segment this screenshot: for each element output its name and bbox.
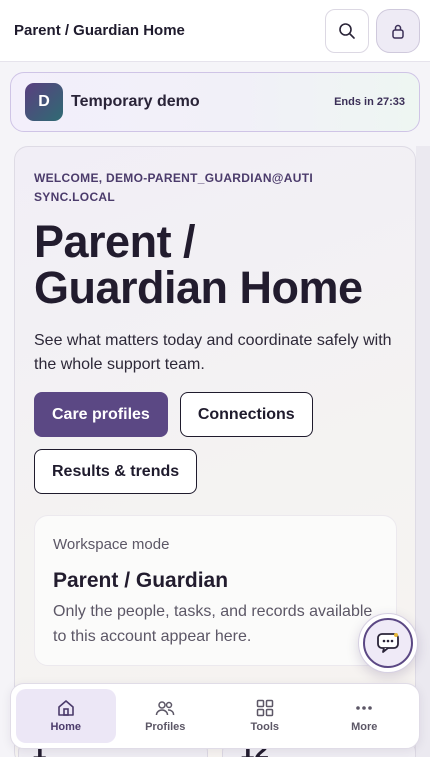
bottom-nav: Home Profiles Tools More — [10, 683, 420, 749]
nav-label-more: More — [351, 721, 378, 733]
chat-bubble-icon — [377, 633, 399, 653]
workspace-title: Parent / Guardian — [53, 569, 229, 592]
grid-icon — [256, 699, 273, 717]
action-buttons: Care profiles Connections Results & tren… — [34, 392, 396, 494]
adjacent-card-edge — [416, 146, 430, 757]
hero-subtitle: See what matters today and coordinate sa… — [34, 332, 392, 373]
demo-label: Temporary demo — [71, 93, 200, 110]
page-title: Parent / Guardian Home — [14, 22, 185, 39]
search-button[interactable] — [325, 8, 369, 53]
care-profiles-button[interactable]: Care profiles — [34, 392, 168, 437]
hero-card: WELCOME, DEMO-PARENT_GUARDIAN@AUTISYNC.L… — [14, 146, 416, 757]
workspace-description: Only the people, tasks, and records avai… — [53, 603, 373, 645]
people-icon — [156, 701, 175, 716]
workspace-label: Workspace mode — [53, 536, 170, 553]
nav-item-tools[interactable]: Tools — [215, 689, 315, 743]
chat-assistant-ring — [363, 618, 413, 668]
welcome-text: WELCOME, DEMO-PARENT_GUARDIAN@AUTISYNC.L… — [34, 171, 314, 204]
connections-button[interactable]: Connections — [179, 392, 313, 437]
chat-assistant-button[interactable] — [358, 613, 418, 673]
nav-label-tools: Tools — [250, 721, 279, 733]
home-icon — [57, 700, 74, 716]
nav-label-profiles: Profiles — [145, 721, 186, 733]
search-icon — [339, 22, 355, 39]
workspace-mode-card: Workspace mode Parent / Guardian Only th… — [34, 515, 397, 666]
nav-item-home[interactable]: Home — [16, 689, 116, 743]
nav-label-home: Home — [50, 721, 82, 733]
top-bar: Parent / Guardian Home — [0, 0, 430, 62]
hero-title: Parent / Guardian Home — [34, 216, 363, 313]
demo-timer: Ends in 27:33 — [334, 96, 405, 108]
lock-button[interactable] — [376, 8, 420, 53]
more-icon — [356, 706, 373, 710]
results-trends-button[interactable]: Results & trends — [34, 449, 198, 494]
demo-banner[interactable]: D Temporary demo Ends in 27:33 — [10, 72, 420, 132]
demo-avatar: D — [25, 83, 63, 121]
nav-item-more[interactable]: More — [315, 689, 415, 743]
nav-item-profiles[interactable]: Profiles — [116, 689, 216, 743]
lock-icon — [392, 24, 404, 39]
